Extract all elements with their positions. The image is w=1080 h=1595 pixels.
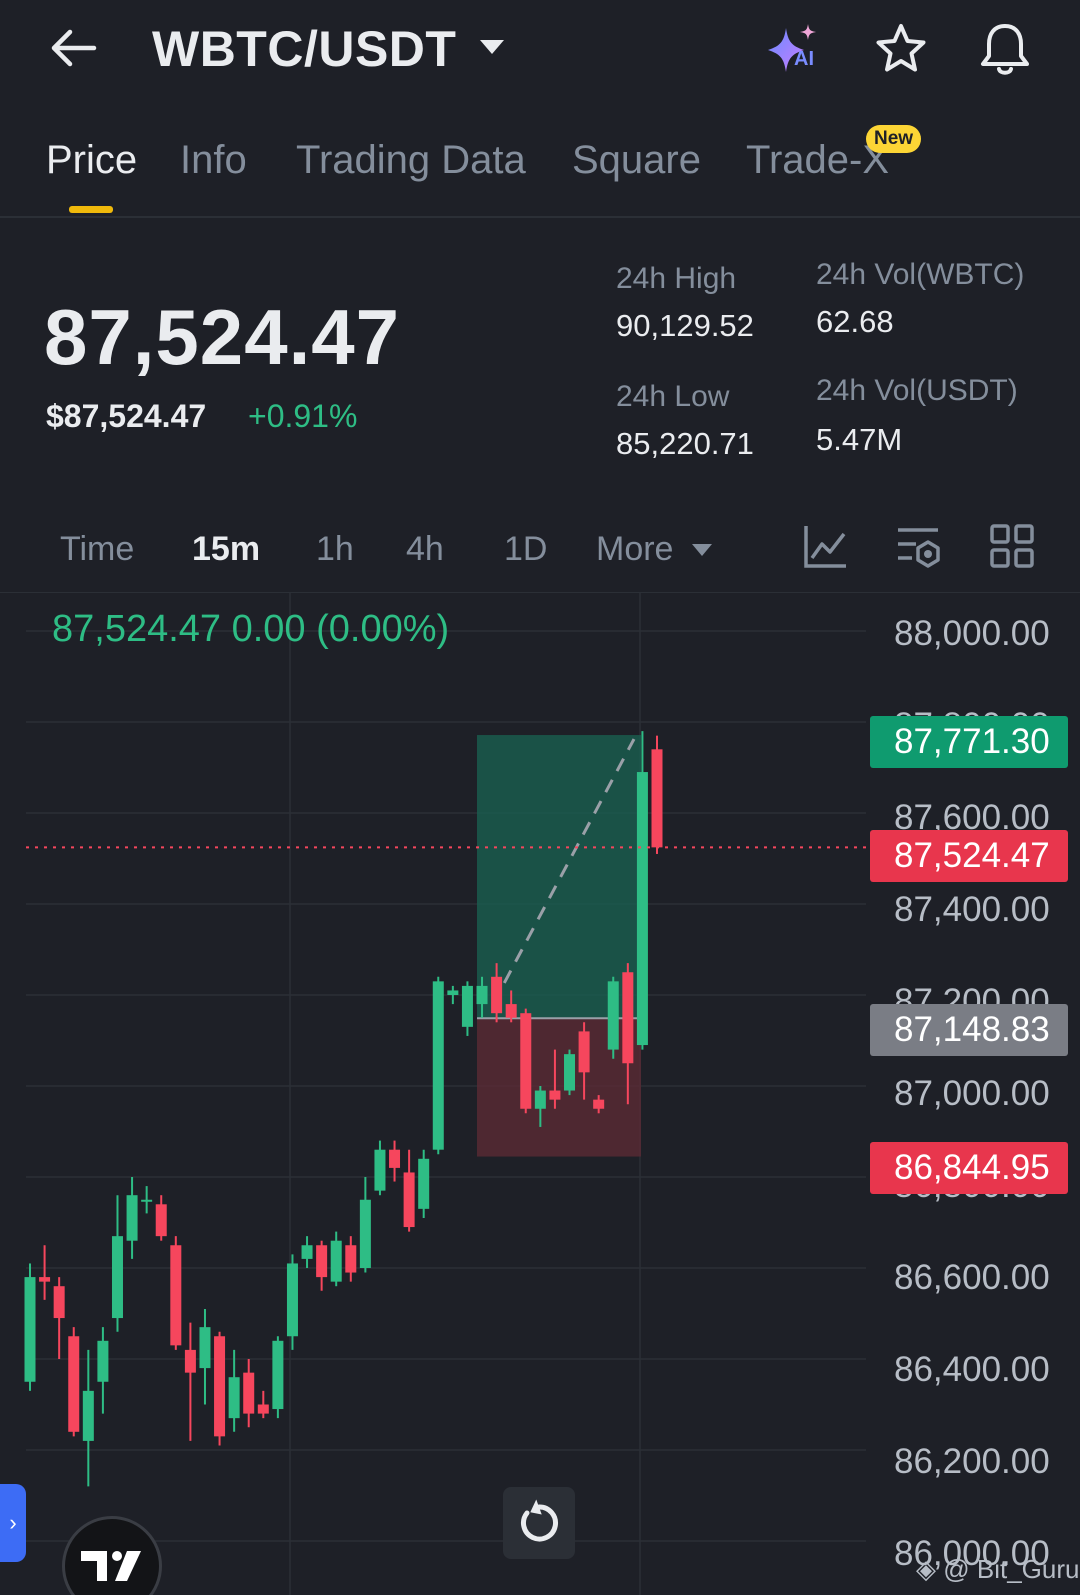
candle-body	[39, 1277, 51, 1282]
candle-body	[286, 1263, 298, 1337]
low-24h-label: 24h Low	[616, 380, 730, 413]
price-tag-last: 87,524.47	[870, 830, 1068, 882]
candle-body	[491, 976, 503, 1014]
vol-base-value: 62.68	[816, 304, 894, 339]
candle-body	[53, 1286, 65, 1319]
percent-change: +0.91%	[248, 398, 358, 434]
candle-body	[432, 981, 444, 1150]
candle-body	[622, 972, 634, 1064]
vol-quote-label: 24h Vol(USDT)	[816, 374, 1018, 407]
candle-body	[374, 1149, 386, 1191]
low-24h-value: 85,220.71	[616, 426, 754, 461]
new-badge: New	[866, 125, 922, 153]
binance-diamond-icon: ◈	[916, 1554, 936, 1584]
candle-body	[199, 1327, 211, 1369]
candle-body	[418, 1158, 430, 1209]
tab-square[interactable]: Square	[572, 138, 701, 183]
candle-body	[257, 1404, 269, 1414]
price-tag-high: 87,771.30	[870, 716, 1068, 768]
candle-body	[389, 1149, 401, 1168]
candle-body	[447, 990, 459, 995]
candle-body	[82, 1390, 94, 1441]
tab-price[interactable]: Price	[46, 138, 137, 183]
candle-body	[476, 985, 488, 1005]
more-caret-icon[interactable]	[692, 544, 712, 556]
high-24h-label: 24h High	[616, 262, 737, 295]
candle-body	[301, 1245, 313, 1259]
candle-body	[316, 1245, 328, 1278]
candle-body	[330, 1240, 342, 1282]
ai-sparkle-icon[interactable]: AI	[764, 22, 826, 78]
top-bar: WBTC/USDT AI	[0, 0, 1080, 100]
grid-layout-icon[interactable]	[988, 522, 1036, 570]
candle-body	[214, 1336, 226, 1437]
pair-title[interactable]: WBTC/USDT	[152, 20, 456, 78]
candle-body	[184, 1349, 196, 1373]
candle-body	[97, 1340, 109, 1382]
ai-badge-text: AI	[794, 48, 814, 70]
price-tag-stop: 86,844.95	[870, 1142, 1068, 1194]
last-price: 87,524.47	[44, 293, 401, 381]
candle-body	[461, 985, 473, 1027]
candle-body	[272, 1340, 284, 1410]
interval-4h[interactable]: 4h	[406, 530, 444, 569]
candle-body	[505, 1004, 517, 1018]
candle-body	[549, 1090, 561, 1100]
candle-body	[534, 1090, 546, 1109]
tab-info[interactable]: Info	[180, 138, 247, 183]
y-axis-label: 87,400.00	[894, 890, 1050, 929]
watermark-text: @ Bit_Guru	[943, 1554, 1080, 1584]
indicator-chart-icon[interactable]	[802, 522, 850, 570]
bell-icon[interactable]	[978, 20, 1032, 78]
interval-time[interactable]: Time	[60, 530, 134, 569]
side-panel-handle[interactable]: ›	[0, 1484, 26, 1562]
y-axis-label: 86,600.00	[894, 1258, 1050, 1297]
price-tag-entry: 87,148.83	[870, 1004, 1068, 1056]
reset-chart-button[interactable]	[503, 1487, 575, 1559]
active-tab-indicator	[69, 206, 113, 213]
ohlc-readout: 87,524.47 0.00 (0.00%)	[52, 608, 450, 650]
tradingview-logo[interactable]	[62, 1516, 162, 1595]
profit-zone	[477, 735, 641, 1019]
vol-quote-value: 5.47M	[816, 422, 903, 457]
y-axis-label: 86,200.00	[894, 1442, 1050, 1481]
interval-1d[interactable]: 1D	[504, 530, 547, 569]
candle-body	[593, 1099, 605, 1109]
back-arrow-icon[interactable]	[48, 26, 100, 70]
candle-body	[403, 1172, 415, 1228]
candle-body	[228, 1377, 240, 1419]
caret-down-icon[interactable]	[480, 40, 504, 54]
candle-body	[126, 1195, 138, 1241]
candle-body	[359, 1199, 371, 1268]
candle-body	[111, 1236, 123, 1319]
y-axis-label: 87,000.00	[894, 1074, 1050, 1113]
candle-body	[607, 981, 619, 1050]
y-axis-label: 86,400.00	[894, 1350, 1050, 1389]
usd-price: $87,524.47	[46, 398, 207, 434]
candle-body	[651, 749, 663, 848]
candle-body	[564, 1054, 576, 1091]
tab-trading-data[interactable]: Trading Data	[296, 138, 526, 183]
candle-body	[170, 1245, 182, 1346]
high-24h-value: 90,129.52	[616, 308, 754, 343]
interval-more[interactable]: More	[596, 530, 673, 569]
candle-body	[636, 772, 648, 1046]
candle-body	[68, 1336, 80, 1432]
candle-body	[345, 1245, 357, 1273]
interval-1h[interactable]: 1h	[316, 530, 354, 569]
interval-15m[interactable]: 15m	[192, 530, 260, 569]
candle-body	[243, 1372, 255, 1414]
chart-settings-icon[interactable]	[894, 522, 942, 570]
y-axis-label: 88,000.00	[894, 614, 1050, 653]
candle-body	[520, 1013, 532, 1109]
candle-body	[141, 1199, 153, 1202]
star-icon[interactable]	[874, 22, 928, 76]
candle-body	[155, 1204, 167, 1237]
vol-base-label: 24h Vol(WBTC)	[816, 258, 1025, 291]
candle-body	[578, 1031, 590, 1073]
candle-body	[24, 1277, 36, 1382]
watermark: ◈ @ Bit_Guru	[916, 1554, 1079, 1585]
